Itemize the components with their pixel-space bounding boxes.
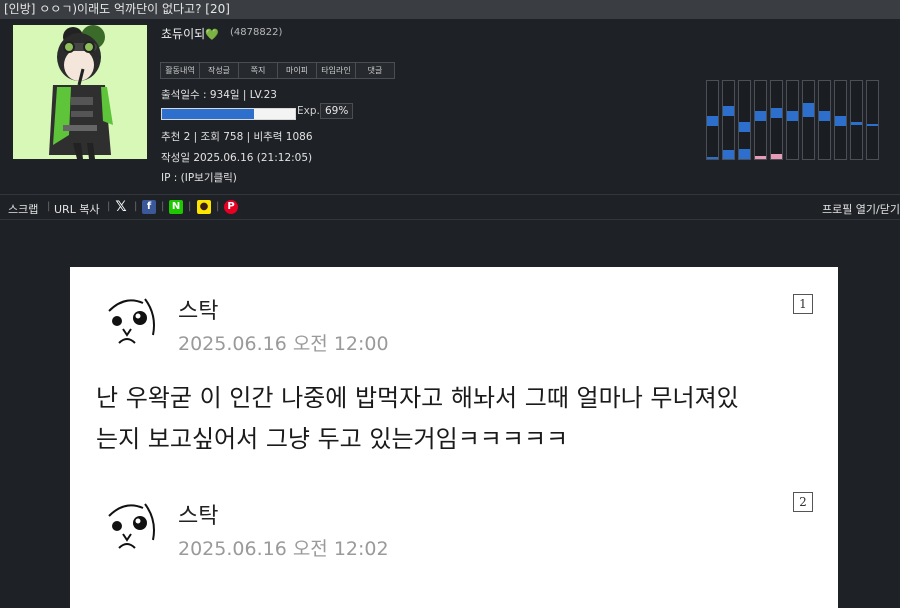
comment-author: 스탁 (178, 504, 219, 529)
written-date: 작성일 2025.06.16 (21:12:05) (161, 152, 313, 164)
activity-column (706, 80, 719, 160)
comment-line: 난 우왁굳 이 인간 나중에 밥먹자고 해놔서 그때 얼마나 무너져있 (96, 384, 739, 412)
activity-bar (771, 108, 782, 118)
tab-message[interactable]: 쪽지 (239, 63, 278, 78)
activity-column (722, 80, 735, 160)
activity-bar (755, 111, 766, 121)
user-id: (4878822) (230, 27, 283, 38)
activity-bar-low (771, 154, 782, 159)
tab-comments[interactable]: 댓글 (356, 63, 394, 78)
comment-number: 2 (793, 492, 813, 512)
pinterest-share-icon[interactable]: P (224, 200, 238, 214)
avatar-illustration (13, 25, 147, 159)
activity-bar (851, 122, 862, 125)
activity-column (802, 80, 815, 160)
page-title: [인방] ㅇㅇㄱ)이래도 억까단이 없다고? [20] (0, 0, 900, 19)
activity-bar (787, 111, 798, 121)
activity-bar (707, 116, 718, 126)
tab-timeline[interactable]: 타임라인 (317, 63, 356, 78)
divider: | (107, 201, 111, 212)
post-image: 스탁 2025.06.16 오전 12:00 1 난 우왁굳 이 인간 나중에 … (70, 267, 838, 608)
activity-bar-low (755, 156, 766, 159)
copy-url-button[interactable]: URL 복사 (54, 201, 100, 217)
activity-column (770, 80, 783, 160)
toggle-profile-button[interactable]: 프로필 열기/닫기 (822, 201, 900, 217)
activity-bar-low (707, 157, 718, 159)
comment-date: 2025.06.16 오전 12:00 (178, 333, 389, 355)
tab-posts[interactable]: 작성글 (200, 63, 239, 78)
exp-percent: 69% (320, 103, 354, 119)
user-nickname[interactable]: 쵸듀이되💚 (161, 25, 219, 42)
ip-info[interactable]: IP : (IP보기클릭) (161, 170, 237, 185)
activity-bar (803, 103, 814, 117)
share-bar: 스크랩 | URL 복사 | 𝕏 | f | N | ● | P 프로필 열기/… (0, 194, 900, 220)
activity-bar (739, 122, 750, 132)
profile-tabs: 활동내역 작성글 쪽지 마이피 타임라인 댓글 (160, 62, 395, 79)
tab-mypi[interactable]: 마이피 (278, 63, 317, 78)
activity-bar (867, 124, 878, 126)
comment-text: 난 우왁굳 이 인간 나중에 밥먹자고 해놔서 그때 얼마나 무너져있 는지 보… (96, 378, 796, 460)
exp-bar (161, 108, 296, 120)
heart-icon: 💚 (205, 28, 219, 41)
activity-column (834, 80, 847, 160)
activity-column (818, 80, 831, 160)
activity-bar-low (723, 150, 734, 159)
user-stats: 추천 2 | 조회 758 | 비추력 1086 (161, 131, 313, 143)
tab-activity[interactable]: 활동내역 (161, 63, 200, 78)
divider: | (47, 201, 51, 212)
scrap-button[interactable]: 스크랩 (8, 201, 38, 217)
activity-bar (819, 111, 830, 121)
exp-label: Exp. (297, 105, 320, 117)
activity-bar (723, 106, 734, 116)
activity-bar (835, 116, 846, 126)
commenter-avatar (95, 285, 165, 355)
comment-line: 는지 보고싶어서 그냥 두고 있는거임ㅋㅋㅋㅋㅋ (96, 425, 569, 453)
divider: | (161, 201, 165, 212)
attendance-info: 출석일수 : 934일 | LV.23 (161, 89, 277, 101)
profile-avatar[interactable] (13, 25, 147, 159)
divider: | (216, 201, 220, 212)
activity-column (866, 80, 879, 160)
activity-bar-low (739, 149, 750, 159)
facebook-share-icon[interactable]: f (142, 200, 156, 214)
divider: | (188, 201, 192, 212)
profile-panel: 쵸듀이되💚 (4878822) 활동내역 작성글 쪽지 마이피 타임라인 댓글 … (0, 19, 900, 194)
activity-column (850, 80, 863, 160)
activity-column (786, 80, 799, 160)
commenter-avatar (95, 490, 165, 560)
kakao-share-icon[interactable]: ● (197, 200, 211, 214)
comment-author: 스탁 (178, 299, 219, 324)
activity-graph (706, 80, 881, 164)
x-share-icon[interactable]: 𝕏 (114, 200, 128, 214)
naver-share-icon[interactable]: N (169, 200, 183, 214)
divider: | (134, 201, 138, 212)
activity-column (754, 80, 767, 160)
activity-column (738, 80, 751, 160)
comment-date: 2025.06.16 오전 12:02 (178, 538, 389, 560)
exp-bar-fill (162, 109, 254, 119)
comment-number: 1 (793, 294, 813, 314)
